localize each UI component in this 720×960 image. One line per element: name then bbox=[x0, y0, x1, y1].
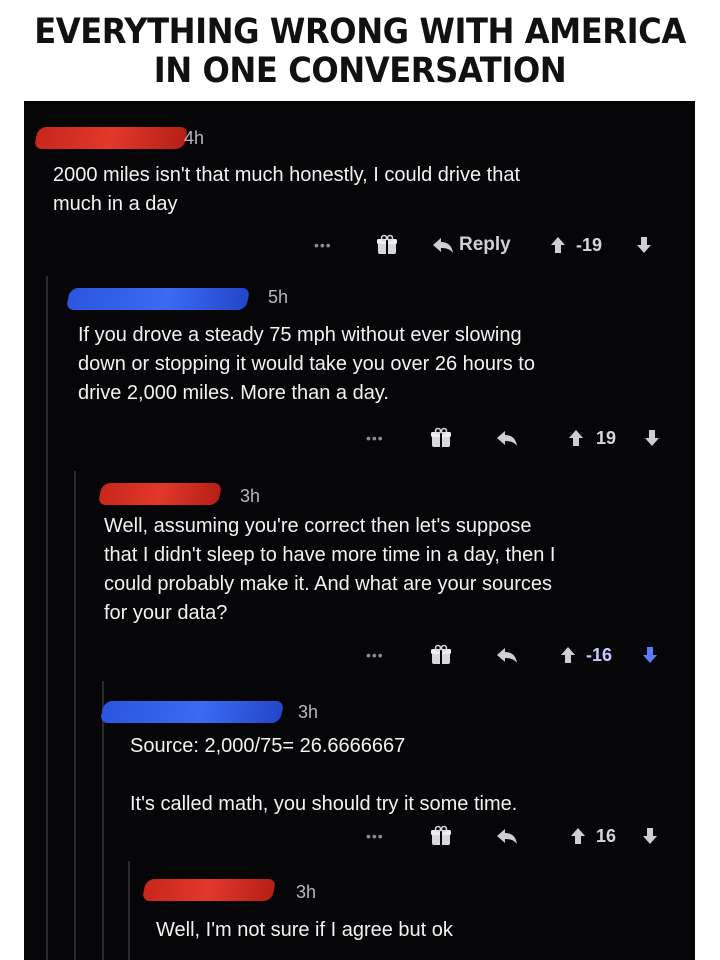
comment-body: 2000 miles isn't that much honestly, I c… bbox=[53, 164, 521, 215]
upvote-icon[interactable] bbox=[560, 641, 576, 669]
timestamp: 4h bbox=[184, 128, 205, 148]
comment-meta: 5h bbox=[65, 286, 328, 312]
thread-line bbox=[128, 861, 130, 960]
vote-score: 16 bbox=[596, 825, 617, 846]
redacted-username bbox=[99, 701, 285, 723]
reply-icon[interactable] bbox=[496, 822, 518, 850]
redacted-username bbox=[97, 483, 223, 505]
thread-line bbox=[74, 471, 76, 960]
comment-4: 3h Source: 2,000/75= 26.6666667 It's cal… bbox=[99, 681, 695, 960]
vote-score: -16 bbox=[586, 644, 613, 665]
reply-icon[interactable] bbox=[496, 641, 518, 669]
comment-actions: ••• -16 bbox=[366, 641, 686, 669]
upvote-icon[interactable] bbox=[570, 822, 586, 850]
upvote-icon[interactable] bbox=[550, 231, 566, 259]
thread-line bbox=[46, 276, 48, 960]
timestamp: 3h bbox=[298, 702, 319, 722]
comment-body: Source: 2,000/75= 26.6666667 It's called… bbox=[130, 735, 518, 815]
downvote-icon[interactable] bbox=[642, 822, 658, 850]
comment-3: 3h Well, assuming you're correct then le… bbox=[74, 471, 695, 960]
comment-2: 5h If you drove a steady 75 mph without … bbox=[46, 276, 695, 960]
timestamp: 5h bbox=[268, 287, 289, 307]
comment-meta: 3h bbox=[141, 877, 382, 903]
comment-meta: 4h bbox=[33, 127, 274, 153]
comment-meta: 3h bbox=[99, 695, 342, 723]
comment-actions: ••• Reply -19 bbox=[314, 231, 684, 259]
comment-1: 4h 2000 miles isn't that much honestly, … bbox=[24, 101, 695, 281]
comment-body: Well, I'm not sure if I agree but ok bbox=[156, 919, 453, 941]
downvote-icon[interactable] bbox=[644, 424, 660, 452]
redacted-username bbox=[141, 879, 277, 901]
comment-thread: 4h 2000 miles isn't that much honestly, … bbox=[24, 101, 695, 960]
comment-body: Well, assuming you're correct then let's… bbox=[104, 515, 556, 624]
downvote-icon[interactable] bbox=[636, 231, 652, 259]
comment-meta: 3h bbox=[96, 479, 316, 506]
more-icon[interactable]: ••• bbox=[366, 424, 384, 452]
upvote-icon[interactable] bbox=[568, 424, 584, 452]
gift-icon[interactable] bbox=[376, 231, 398, 259]
gift-icon[interactable] bbox=[430, 641, 452, 669]
downvote-icon[interactable] bbox=[642, 641, 658, 669]
vote-score: -19 bbox=[576, 234, 603, 255]
gift-icon[interactable] bbox=[430, 424, 452, 452]
comment-actions: ••• 16 bbox=[366, 822, 686, 850]
timestamp: 3h bbox=[240, 486, 261, 506]
comment-body: If you drove a steady 75 mph without eve… bbox=[78, 324, 535, 404]
comment-5: 3h Well, I'm not sure if I agree but ok bbox=[128, 861, 695, 960]
comment-actions: ••• 19 bbox=[366, 424, 686, 452]
vote-score: 19 bbox=[596, 427, 617, 448]
timestamp: 3h bbox=[296, 882, 317, 902]
reply-icon[interactable] bbox=[496, 424, 518, 452]
redacted-username bbox=[33, 127, 189, 149]
reply-label[interactable]: Reply bbox=[459, 231, 511, 259]
more-icon[interactable]: ••• bbox=[314, 231, 332, 259]
gift-icon[interactable] bbox=[430, 822, 452, 850]
more-icon[interactable]: ••• bbox=[366, 822, 384, 850]
reply-icon[interactable] bbox=[432, 231, 454, 259]
more-icon[interactable]: ••• bbox=[366, 641, 384, 669]
meme-title: EVERYTHING WRONG WITH AMERICA IN ONE CON… bbox=[28, 0, 692, 102]
redacted-username bbox=[65, 288, 251, 310]
thread-line bbox=[102, 681, 104, 960]
